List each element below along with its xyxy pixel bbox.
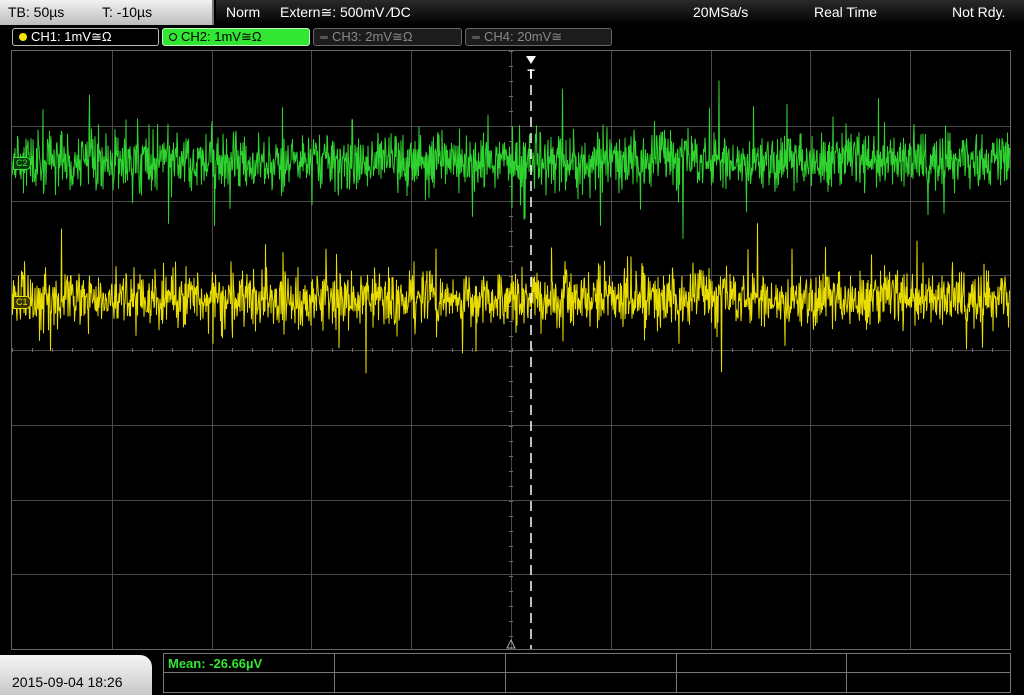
mean-measurement: Mean: -26.66µV [168, 656, 263, 671]
measurement-cell[interactable] [506, 654, 677, 673]
trigger-source[interactable]: Extern≅: 500mV ∕DC [280, 4, 411, 21]
measurement-cell[interactable] [335, 673, 506, 692]
channel-1-ground-marker[interactable]: C1 [13, 296, 31, 309]
measurement-cell[interactable] [677, 673, 847, 692]
measurement-cell[interactable] [335, 654, 506, 673]
measurement-cell-mean[interactable]: Mean: -26.66µV [164, 654, 335, 673]
acquisition-status: Not Rdy. [952, 4, 1006, 20]
measurement-table[interactable]: Mean: -26.66µV [163, 653, 1011, 693]
channel-2-indicator-icon [169, 33, 177, 41]
date-time-panel[interactable]: 2015-09-04 18:26 [0, 655, 152, 695]
channel-4-indicator-icon [472, 36, 480, 39]
trigger-time-readout: T: -10µs [102, 4, 153, 20]
channel-2-tab[interactable]: CH2: 1mV≅Ω [162, 28, 310, 46]
channel-1-tab[interactable]: CH1: 1mV≅Ω [12, 28, 159, 46]
channel-4-label: CH4: 20mV≅ [484, 29, 563, 44]
channel-2-ground-marker[interactable]: C2 [13, 157, 31, 170]
channel-3-indicator-icon [320, 36, 328, 39]
trigger-position-icon[interactable] [526, 56, 536, 64]
trigger-marker-label: T [527, 67, 535, 81]
sample-rate: 20MSa/s [693, 4, 749, 20]
acquisition-status-strip: Norm Extern≅: 500mV ∕DC 20MSa/s Real Tim… [216, 0, 1024, 25]
graticule-grid [12, 51, 1010, 649]
channel-1-label: CH1: 1mV≅Ω [31, 29, 112, 44]
acquisition-mode[interactable]: Real Time [814, 4, 877, 20]
measurement-cell[interactable] [164, 673, 335, 692]
measurement-cell[interactable] [847, 654, 1010, 673]
waveform-display[interactable]: T C2 C1 [11, 50, 1011, 650]
measurement-cell[interactable] [847, 673, 1010, 692]
trigger-mode[interactable]: Norm [226, 4, 260, 20]
timebase-readout: TB: 50µs [8, 4, 65, 20]
channel-2-marker-label: C2 [16, 158, 28, 168]
measurement-cell[interactable] [506, 673, 677, 692]
channel-1-marker-label: C1 [16, 297, 28, 307]
channel-4-tab[interactable]: CH4: 20mV≅ [465, 28, 612, 46]
channel-1-indicator-icon [19, 33, 27, 41]
measurement-cell[interactable] [677, 654, 847, 673]
channel-3-tab[interactable]: CH3: 2mV≅Ω [313, 28, 462, 46]
top-status-bar: TB: 50µs T: -10µs Norm Extern≅: 500mV ∕D… [0, 0, 1024, 25]
waveform-canvas: T [12, 51, 1010, 649]
date-time-readout: 2015-09-04 18:26 [12, 674, 123, 690]
channel-2-label: CH2: 1mV≅Ω [181, 29, 262, 44]
channel-3-label: CH3: 2mV≅Ω [332, 29, 413, 44]
timebase-panel[interactable]: TB: 50µs T: -10µs [0, 0, 214, 25]
